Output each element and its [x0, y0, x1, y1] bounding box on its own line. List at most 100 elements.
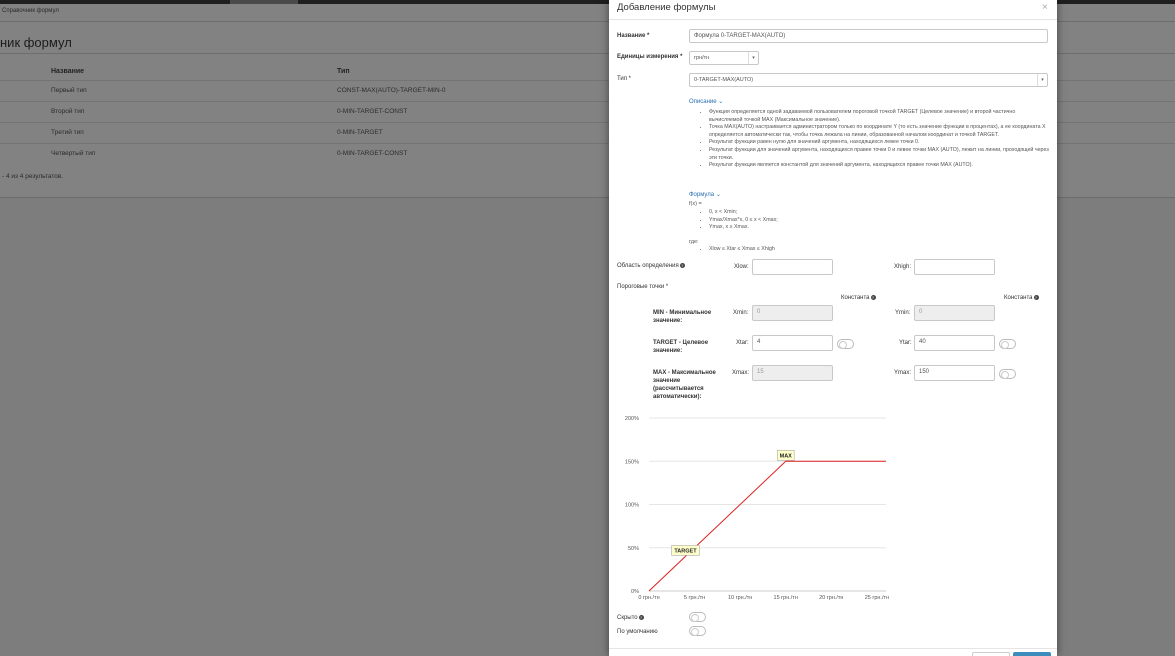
chevron-down-icon: ▾: [1037, 74, 1047, 86]
xlow-label: Xlow:: [734, 264, 749, 270]
ymax-label: Ymax:: [894, 370, 912, 376]
ytar-constant-toggle[interactable]: [999, 339, 1016, 349]
toggle-knob: [839, 341, 847, 349]
page-title: ник формул: [0, 35, 72, 50]
toggle-knob: [1001, 371, 1009, 379]
hidden-toggle[interactable]: [689, 612, 706, 622]
xmin-input: 0: [752, 305, 833, 321]
list-item: Результат функции является константой дл…: [709, 162, 1049, 170]
formula-chart: 0%50%100%150%200%0 грн./тн 5 грн./тн 10 гр…: [625, 416, 889, 601]
units-select[interactable]: грн/тн ▾: [689, 51, 759, 65]
xtar-constant-toggle[interactable]: [837, 339, 854, 349]
hidden-label-text: Скрыто: [617, 615, 638, 622]
xhigh-label: Xhigh:: [894, 264, 912, 270]
column-header-name[interactable]: Название: [51, 68, 84, 75]
cell-name: Первый тип: [51, 87, 87, 94]
x-tick-label: 20 грн./тн: [819, 595, 843, 601]
cancel-button[interactable]: [972, 652, 1010, 656]
type-select[interactable]: 0-TARGET-MAX(AUTO) ▾: [689, 73, 1048, 87]
help-icon[interactable]: ?: [1033, 295, 1039, 300]
results-summary: - 4 из 4 результатов.: [2, 173, 64, 180]
series-line-segment: [685, 460, 787, 557]
list-item: Результат функции для значений аргумента…: [709, 147, 1049, 162]
list-item: Xlow ≤ Xtar ≤ Xmax ≤ Xhigh: [709, 246, 1009, 254]
list-item: Результат функции равен нулю для значени…: [709, 139, 1049, 147]
column-header-type[interactable]: Тип: [337, 68, 350, 75]
name-label: Название *: [617, 33, 650, 39]
ymax-constant-toggle[interactable]: [999, 369, 1016, 379]
modal-footer-divider: [609, 648, 1057, 649]
toggle-knob: [1001, 341, 1009, 349]
list-item: Функция определяется одной задаваемой по…: [709, 109, 1049, 124]
xhigh-input[interactable]: [914, 259, 995, 275]
cell-type: 0-MIN-TARGET: [337, 129, 383, 136]
annotation-label: MAX: [780, 453, 793, 459]
constant-label-y: Константа?: [1004, 295, 1039, 301]
x-tick-label: 10 грн./тн: [728, 595, 752, 601]
list-item: 0, x < Xmin;: [709, 209, 1009, 217]
hidden-label: Скрыто?: [617, 615, 644, 621]
default-label: По умолчанию: [617, 629, 658, 635]
target-label: TARGET - Целевое значение:: [653, 340, 709, 354]
ymax-input[interactable]: 150: [914, 365, 995, 381]
formula-fx: f(x) =: [689, 201, 702, 207]
type-label: Тип *: [617, 76, 632, 82]
units-label: Единицы измерения *: [617, 54, 683, 60]
xmin-label: Xmin:: [733, 310, 749, 316]
ytar-input[interactable]: 40: [914, 335, 995, 351]
xmax-label: Xmax:: [732, 370, 750, 376]
xlow-input[interactable]: [752, 259, 833, 275]
default-toggle[interactable]: [689, 626, 706, 636]
y-tick-label: 200%: [625, 416, 639, 422]
x-tick-label: 25 грн./тн: [865, 595, 889, 601]
cell-name: Четвертый тип: [51, 150, 96, 157]
x-tick-label: 0 грн./тн: [638, 595, 659, 601]
annotation-label: TARGET: [674, 548, 697, 554]
constant-label-text: Константа: [1004, 295, 1033, 302]
max-label: MAX - Максимальное значение (рассчитывае…: [653, 370, 716, 400]
save-button[interactable]: [1013, 652, 1051, 656]
xtar-input[interactable]: 4: [752, 335, 833, 351]
x-tick-label: 15 грн./тн: [774, 595, 798, 601]
units-value: грн/тн: [694, 55, 710, 61]
formula-list: 0, x < Xmin; Ymax/Xmax*x, 0 ≤ x < Xmax; …: [699, 209, 1009, 232]
constant-label-x: Константа?: [841, 295, 876, 301]
min-label: MIN - Минимальное значение:: [653, 310, 712, 324]
help-icon[interactable]: ?: [638, 615, 644, 620]
description-list: Функция определяется одной задаваемой по…: [699, 109, 1049, 170]
domain-label-text: Область определения: [617, 263, 679, 270]
formula-toggle[interactable]: Формула ⌄: [689, 191, 721, 198]
cell-type: CONST-MAX(AUTO)-TARGET-MIN-0: [337, 87, 446, 94]
y-tick-label: 150%: [625, 459, 639, 465]
cell-type: 0-MIN-TARGET-CONST: [337, 108, 408, 115]
ymin-label: Ymin:: [895, 310, 911, 316]
toggle-knob: [691, 614, 699, 622]
y-tick-label: 100%: [625, 503, 639, 509]
chevron-down-icon: ⌄: [715, 192, 721, 198]
help-icon[interactable]: ?: [679, 263, 685, 268]
list-item: Ymax/Xmax*x, 0 ≤ x < Xmax;: [709, 217, 1009, 225]
breadcrumb[interactable]: Справочник формул: [2, 8, 59, 14]
name-input[interactable]: Формула 0-TARGET-MAX(AUTO): [689, 29, 1048, 43]
description-toggle[interactable]: Описание ⌄: [689, 98, 723, 105]
formula-where: где:: [689, 239, 699, 245]
thresholds-label: Пороговые точки *: [617, 284, 669, 290]
list-item: Точка MAX(AUTO) настраивается администра…: [709, 124, 1049, 139]
domain-label: Область определения?: [617, 263, 685, 269]
chevron-down-icon: ▾: [748, 52, 758, 64]
list-item: Ymax, x ≥ Xmax.: [709, 224, 1009, 232]
chevron-down-icon: ⌄: [718, 99, 724, 105]
ymin-input: 0: [914, 305, 995, 321]
close-icon[interactable]: ×: [1042, 2, 1048, 13]
help-icon[interactable]: ?: [870, 295, 876, 300]
formula-condition-list: Xlow ≤ Xtar ≤ Xmax ≤ Xhigh: [699, 246, 1009, 254]
constant-label-text: Константа: [841, 295, 870, 302]
modal-title: Добавление формулы: [617, 2, 716, 13]
xtar-label: Xtar:: [736, 340, 749, 346]
cell-type: 0-MIN-TARGET-CONST: [337, 150, 408, 157]
series-line-segment: [648, 556, 686, 592]
toggle-knob: [691, 628, 699, 636]
ytar-label: Ytar:: [899, 340, 912, 346]
xmax-input: 15: [752, 365, 833, 381]
type-value: 0-TARGET-MAX(AUTO): [694, 77, 754, 83]
